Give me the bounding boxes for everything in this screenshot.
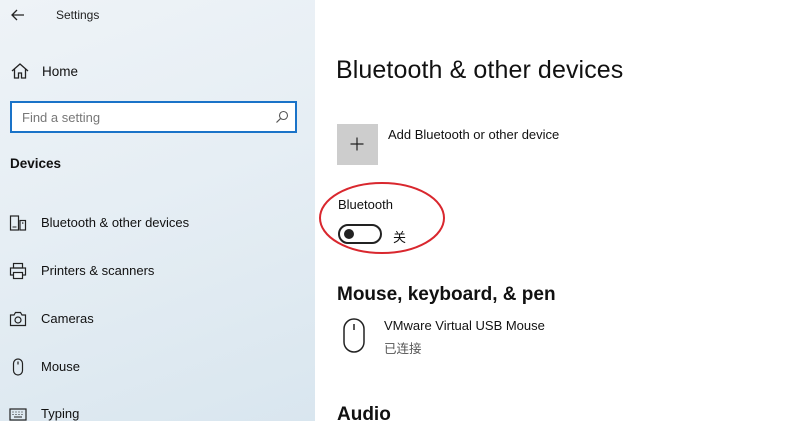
bluetooth-label: Bluetooth <box>338 197 393 212</box>
add-device-button[interactable] <box>337 124 378 165</box>
home-icon <box>11 63 29 79</box>
sidebar: Settings Home Devices Bluetooth & other … <box>0 0 315 421</box>
sidebar-item-label: Printers & scanners <box>41 263 155 278</box>
device-status: 已连接 <box>384 342 422 356</box>
search-input[interactable] <box>12 103 267 131</box>
sidebar-item-home[interactable]: Home <box>0 56 315 88</box>
sidebar-item-label: Mouse <box>41 359 81 374</box>
keyboard-icon <box>9 408 27 421</box>
search-icon[interactable] <box>275 110 289 124</box>
sidebar-item-mouse[interactable]: Mouse <box>0 350 315 384</box>
devices-icon <box>9 215 27 231</box>
sidebar-item-bluetooth[interactable]: Bluetooth & other devices <box>0 206 315 240</box>
sidebar-item-label: Cameras <box>41 311 94 326</box>
sidebar-item-printers[interactable]: Printers & scanners <box>0 254 315 288</box>
bluetooth-state-label: 关 <box>393 230 407 245</box>
mouse-section-heading: Mouse, keyboard, & pen <box>337 284 556 305</box>
toggle-knob <box>344 229 354 239</box>
add-device-label[interactable]: Add Bluetooth or other device <box>388 127 559 142</box>
back-button[interactable] <box>6 3 30 27</box>
mouse-icon <box>343 318 365 353</box>
sidebar-item-typing[interactable]: Typing <box>0 397 315 421</box>
plus-icon <box>350 137 364 151</box>
highlight-annotation <box>319 182 445 254</box>
page-title: Bluetooth & other devices <box>336 56 624 84</box>
device-name[interactable]: VMware Virtual USB Mouse <box>384 318 545 333</box>
section-title: Devices <box>10 156 62 171</box>
audio-section-heading: Audio <box>337 404 391 421</box>
title-bar: Settings <box>0 0 315 32</box>
sidebar-item-label: Bluetooth & other devices <box>41 215 190 230</box>
camera-icon <box>9 311 27 327</box>
back-arrow-icon <box>11 9 24 21</box>
sidebar-item-cameras[interactable]: Cameras <box>0 302 315 336</box>
main-content: Bluetooth & other devices Add Bluetooth … <box>315 0 810 421</box>
app-title: Settings <box>56 8 100 22</box>
printer-icon <box>9 262 27 280</box>
sidebar-item-label: Typing <box>41 406 80 421</box>
sidebar-item-label: Home <box>42 64 79 79</box>
bluetooth-toggle[interactable] <box>338 224 382 244</box>
mouse-icon <box>12 358 24 376</box>
search-box[interactable] <box>10 101 297 133</box>
